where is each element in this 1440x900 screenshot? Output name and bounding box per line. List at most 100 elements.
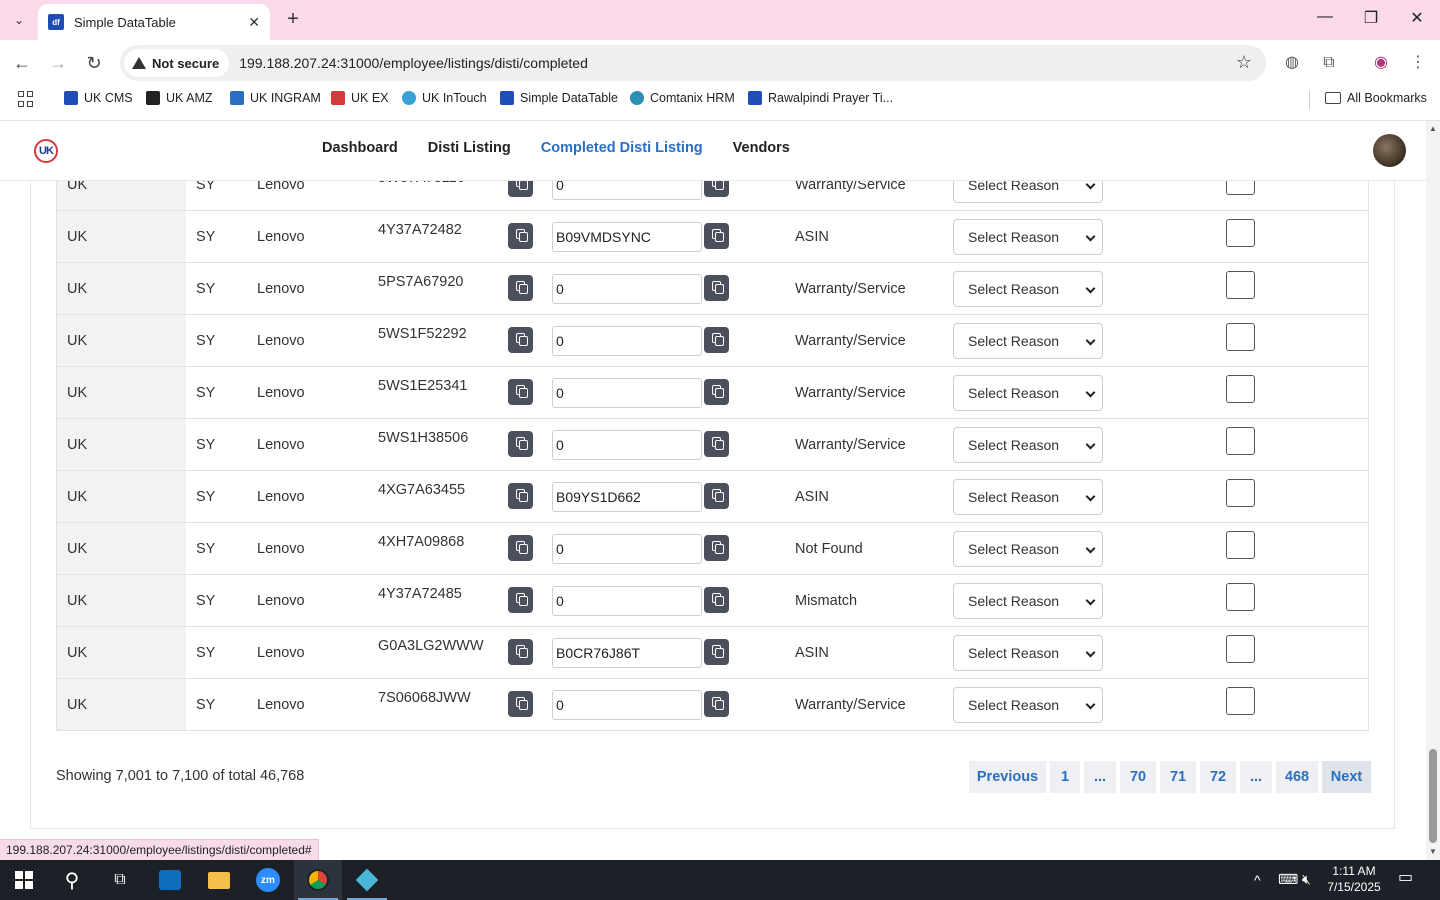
minimize-icon[interactable]: — <box>1302 8 1348 32</box>
copy-part-button[interactable] <box>508 587 533 613</box>
bookmark-simple-datatable[interactable]: Simple DataTable <box>500 91 618 105</box>
nav-disti-listing[interactable]: Disti Listing <box>428 140 511 156</box>
copy-asin-button[interactable] <box>704 223 729 249</box>
page-1-button[interactable]: 1 <box>1050 761 1080 793</box>
bookmark-comtanix-hrm[interactable]: Comtanix HRM <box>630 91 735 105</box>
row-checkbox[interactable] <box>1226 479 1255 507</box>
new-tab-plus-icon[interactable]: + <box>282 8 304 30</box>
page-72-button[interactable]: 72 <box>1200 761 1236 793</box>
copy-part-button[interactable] <box>508 691 533 717</box>
copy-part-button[interactable] <box>508 639 533 665</box>
copy-part-button[interactable] <box>508 379 533 405</box>
page-next-button[interactable]: Next <box>1322 761 1371 793</box>
reload-icon[interactable]: ↻ <box>82 51 106 75</box>
window-close-icon[interactable]: ✕ <box>1394 8 1440 32</box>
copy-part-button[interactable] <box>508 483 533 509</box>
reason-select[interactable]: Select Reason <box>953 583 1103 619</box>
asin-input[interactable] <box>552 482 702 512</box>
asin-input[interactable] <box>552 181 702 200</box>
browser-tab[interactable]: df Simple DataTable ✕ <box>38 4 270 40</box>
copy-part-button[interactable] <box>508 275 533 301</box>
bookmark-uk-ex[interactable]: UK EX <box>331 91 389 105</box>
reason-select[interactable]: Select Reason <box>953 219 1103 255</box>
row-checkbox[interactable] <box>1226 687 1255 715</box>
bookmark-uk-intouch[interactable]: UK InTouch <box>402 91 487 105</box>
bookmark-uk-ingram[interactable]: UK INGRAM <box>230 91 321 105</box>
chrome-icon[interactable] <box>294 860 342 900</box>
avatar[interactable] <box>1373 134 1406 167</box>
copy-asin-button[interactable] <box>704 379 729 405</box>
copy-asin-button[interactable] <box>704 181 729 197</box>
page-scrollbar[interactable]: ▲ ▼ <box>1426 121 1440 860</box>
page-71-button[interactable]: 71 <box>1160 761 1196 793</box>
copy-part-button[interactable] <box>508 223 533 249</box>
volume-muted-icon[interactable]: 🔇︎ <box>1302 871 1311 887</box>
bookmark-uk-cms[interactable]: UK CMS <box>64 91 133 105</box>
restore-icon[interactable]: ❐ <box>1348 8 1394 32</box>
scrollbar-thumb[interactable] <box>1429 749 1437 843</box>
nav-completed-disti-listing[interactable]: Completed Disti Listing <box>541 140 703 156</box>
page-previous-button[interactable]: Previous <box>969 761 1046 793</box>
reason-select[interactable]: Select Reason <box>953 181 1103 203</box>
kebab-menu-icon[interactable]: ⋮ <box>1407 52 1429 74</box>
asin-input[interactable] <box>552 638 702 668</box>
tray-chevron-up-icon[interactable]: ^ <box>1254 872 1261 888</box>
copy-part-button[interactable] <box>508 535 533 561</box>
copy-asin-button[interactable] <box>704 431 729 457</box>
scroll-up-arrow-icon[interactable]: ▲ <box>1429 124 1437 133</box>
reason-select[interactable]: Select Reason <box>953 427 1103 463</box>
copy-asin-button[interactable] <box>704 691 729 717</box>
row-checkbox[interactable] <box>1226 219 1255 247</box>
asin-input[interactable] <box>552 222 702 252</box>
tab-close-icon[interactable]: ✕ <box>248 14 260 31</box>
row-checkbox[interactable] <box>1226 181 1255 195</box>
notifications-icon[interactable]: ▭ <box>1398 870 1413 886</box>
uk-logo-icon[interactable]: UK <box>34 139 58 163</box>
windows-start-icon[interactable] <box>0 860 48 900</box>
asin-input[interactable] <box>552 274 702 304</box>
task-view-icon[interactable]: ⧉ <box>96 860 144 900</box>
bookmark-uk-amz[interactable]: UK AMZ <box>146 91 213 105</box>
asin-input[interactable] <box>552 378 702 408</box>
copy-part-button[interactable] <box>508 327 533 353</box>
apps-grid-icon[interactable] <box>18 91 34 107</box>
reason-select[interactable]: Select Reason <box>953 687 1103 723</box>
reason-select[interactable]: Select Reason <box>953 271 1103 307</box>
page-70-button[interactable]: 70 <box>1120 761 1156 793</box>
bookmark-rawalpindi-prayer[interactable]: Rawalpindi Prayer Ti... <box>748 91 893 105</box>
asin-input[interactable] <box>552 430 702 460</box>
row-checkbox[interactable] <box>1226 531 1255 559</box>
file-explorer-icon[interactable] <box>195 860 243 900</box>
reason-select[interactable]: Select Reason <box>953 375 1103 411</box>
reason-select[interactable]: Select Reason <box>953 531 1103 567</box>
row-checkbox[interactable] <box>1226 323 1255 351</box>
network-icon[interactable]: ⌨ <box>1278 871 1298 887</box>
extensions-puzzle-icon[interactable]: ⧉ <box>1318 52 1340 74</box>
copy-asin-button[interactable] <box>704 639 729 665</box>
row-checkbox[interactable] <box>1226 375 1255 403</box>
search-icon[interactable]: ⚲ <box>48 860 96 900</box>
tab-search-chevron-icon[interactable]: ⌄ <box>6 8 32 32</box>
bookmark-star-icon[interactable]: ☆ <box>1236 52 1252 73</box>
copy-asin-button[interactable] <box>704 535 729 561</box>
copy-part-button[interactable] <box>508 431 533 457</box>
translate-globe-icon[interactable]: ◍ <box>1281 52 1303 74</box>
all-bookmarks[interactable]: All Bookmarks <box>1325 91 1427 105</box>
scroll-down-arrow-icon[interactable]: ▼ <box>1429 847 1437 856</box>
nav-vendors[interactable]: Vendors <box>733 140 790 156</box>
asin-input[interactable] <box>552 326 702 356</box>
reason-select[interactable]: Select Reason <box>953 635 1103 671</box>
asin-input[interactable] <box>552 534 702 564</box>
outlook-icon[interactable] <box>146 860 194 900</box>
zoom-icon[interactable]: zm <box>244 860 292 900</box>
app-diamond-icon[interactable] <box>343 860 391 900</box>
copy-asin-button[interactable] <box>704 327 729 353</box>
back-arrow-icon[interactable]: ← <box>10 51 34 75</box>
copy-asin-button[interactable] <box>704 587 729 613</box>
forward-arrow-icon[interactable]: → <box>46 51 70 75</box>
url-text[interactable]: 199.188.207.24:31000/employee/listings/d… <box>239 55 588 71</box>
copy-part-button[interactable] <box>508 181 533 197</box>
row-checkbox[interactable] <box>1226 271 1255 299</box>
page-468-button[interactable]: 468 <box>1276 761 1318 793</box>
profile-icon[interactable]: ◉ <box>1370 52 1392 74</box>
